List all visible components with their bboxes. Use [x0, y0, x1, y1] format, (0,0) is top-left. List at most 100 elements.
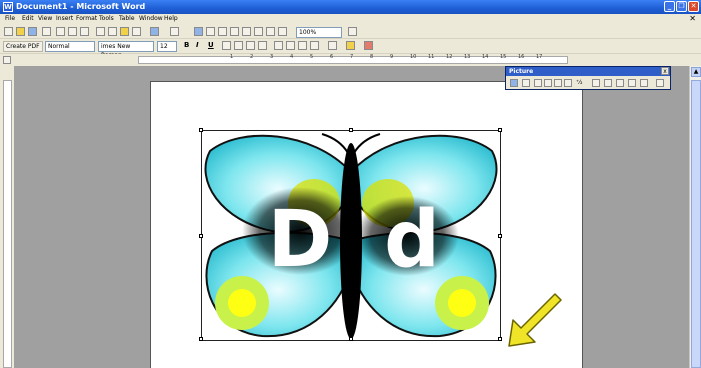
create-pdf-button[interactable]: Create PDF [3, 41, 43, 52]
word-app-icon: W [3, 2, 13, 12]
resize-handle[interactable] [349, 337, 353, 341]
resize-handle[interactable] [199, 234, 203, 238]
line-style-icon[interactable] [604, 79, 612, 87]
redo-icon[interactable] [170, 27, 179, 36]
print-preview-icon[interactable] [68, 27, 77, 36]
style-select[interactable]: Normal [45, 41, 95, 52]
less-brightness-icon[interactable] [564, 79, 572, 87]
more-brightness-icon[interactable] [554, 79, 562, 87]
menu-format[interactable]: Format [76, 15, 97, 22]
horizontal-ruler[interactable]: 1 2 3 4 5 6 7 8 9 10 11 12 13 14 15 16 1… [0, 54, 701, 66]
menu-view[interactable]: View [38, 15, 52, 22]
resize-handle[interactable] [199, 337, 203, 341]
tables-borders-icon[interactable] [206, 27, 215, 36]
border-icon[interactable] [328, 41, 337, 50]
bullets-icon[interactable] [286, 41, 295, 50]
ruler-number: 3 [270, 54, 274, 60]
compress-picture-icon[interactable] [616, 79, 624, 87]
open-icon[interactable] [16, 27, 25, 36]
selected-picture[interactable]: D d [199, 128, 502, 341]
ruler-number: 14 [482, 54, 489, 60]
ruler-number: 11 [428, 54, 435, 60]
insert-excel-icon[interactable] [230, 27, 239, 36]
window-title: Document1 - Microsoft Word [16, 2, 146, 11]
ruler-number: 5 [310, 54, 314, 60]
align-right-icon[interactable] [246, 41, 255, 50]
ruler-number: 6 [330, 54, 334, 60]
spelling-icon[interactable] [80, 27, 89, 36]
font-select[interactable]: imes New Roman [98, 41, 154, 59]
letter-lowercase-d: d [384, 195, 440, 285]
reset-picture-icon[interactable] [656, 79, 664, 87]
copy-icon[interactable] [108, 27, 117, 36]
font-color-icon[interactable] [364, 41, 373, 50]
increase-indent-icon[interactable] [310, 41, 319, 50]
scroll-thumb[interactable] [691, 80, 701, 368]
scroll-up-icon[interactable]: ▲ [691, 67, 701, 77]
insert-picture-icon[interactable] [510, 79, 518, 87]
decrease-indent-icon[interactable] [298, 41, 307, 50]
drawing-icon[interactable] [254, 27, 263, 36]
color-icon[interactable] [522, 79, 530, 87]
vertical-ruler[interactable] [0, 66, 14, 368]
print-icon[interactable] [56, 27, 65, 36]
resize-handle[interactable] [498, 337, 502, 341]
ruler-number: 7 [350, 54, 354, 60]
new-document-icon[interactable] [4, 27, 13, 36]
resize-handle[interactable] [498, 128, 502, 132]
close-button[interactable]: ✕ [688, 1, 699, 12]
help-icon[interactable] [348, 27, 357, 36]
align-center-icon[interactable] [234, 41, 243, 50]
menu-insert[interactable]: Insert [56, 15, 73, 22]
tab-selector-icon[interactable] [3, 56, 11, 64]
ruler-number: 2 [250, 54, 254, 60]
save-icon[interactable] [28, 27, 37, 36]
document-map-icon[interactable] [266, 27, 275, 36]
butterfly-image: D d [204, 133, 498, 339]
ruler-number: 4 [290, 54, 294, 60]
menu-file[interactable]: File [5, 15, 15, 22]
permission-icon[interactable] [42, 27, 51, 36]
crop-label[interactable]: ⁺⁄₂ [576, 79, 583, 86]
resize-handle[interactable] [199, 128, 203, 132]
show-hide-icon[interactable] [278, 27, 287, 36]
document-close-icon[interactable]: ✕ [689, 14, 696, 23]
columns-icon[interactable] [242, 27, 251, 36]
text-wrapping-icon[interactable] [628, 79, 636, 87]
highlight-icon[interactable] [346, 41, 355, 50]
ruler-number: 1 [230, 54, 234, 60]
menu-table[interactable]: Table [119, 15, 135, 22]
cut-icon[interactable] [96, 27, 105, 36]
bold-button[interactable]: B [184, 41, 189, 49]
more-contrast-icon[interactable] [534, 79, 542, 87]
picture-toolbar-close-icon[interactable]: x [661, 67, 669, 75]
zoom-select[interactable]: 100% [296, 27, 342, 38]
resize-handle[interactable] [498, 234, 502, 238]
vertical-scrollbar[interactable]: ▲ [689, 66, 701, 368]
format-picture-icon[interactable] [640, 79, 648, 87]
hyperlink-icon[interactable] [194, 27, 203, 36]
standard-toolbar: 100% [0, 25, 701, 39]
paste-icon[interactable] [120, 27, 129, 36]
justify-icon[interactable] [258, 41, 267, 50]
format-painter-icon[interactable] [132, 27, 141, 36]
resize-handle[interactable] [349, 128, 353, 132]
numbering-icon[interactable] [274, 41, 283, 50]
align-left-icon[interactable] [222, 41, 231, 50]
italic-button[interactable]: I [196, 41, 199, 49]
rotate-left-icon[interactable] [592, 79, 600, 87]
title-bar: W Document1 - Microsoft Word _ ❐ ✕ [0, 0, 701, 14]
underline-button[interactable]: U [208, 41, 214, 49]
ruler-number: 16 [518, 54, 525, 60]
ruler-number: 9 [390, 54, 394, 60]
menu-help[interactable]: Help [164, 15, 178, 22]
insert-table-icon[interactable] [218, 27, 227, 36]
menu-tools[interactable]: Tools [99, 15, 114, 22]
menu-edit[interactable]: Edit [22, 15, 34, 22]
restore-button[interactable]: ❐ [676, 1, 687, 12]
undo-icon[interactable] [150, 27, 159, 36]
font-size-select[interactable]: 12 [157, 41, 177, 52]
minimize-button[interactable]: _ [664, 1, 675, 12]
less-contrast-icon[interactable] [544, 79, 552, 87]
menu-window[interactable]: Window [139, 15, 163, 22]
